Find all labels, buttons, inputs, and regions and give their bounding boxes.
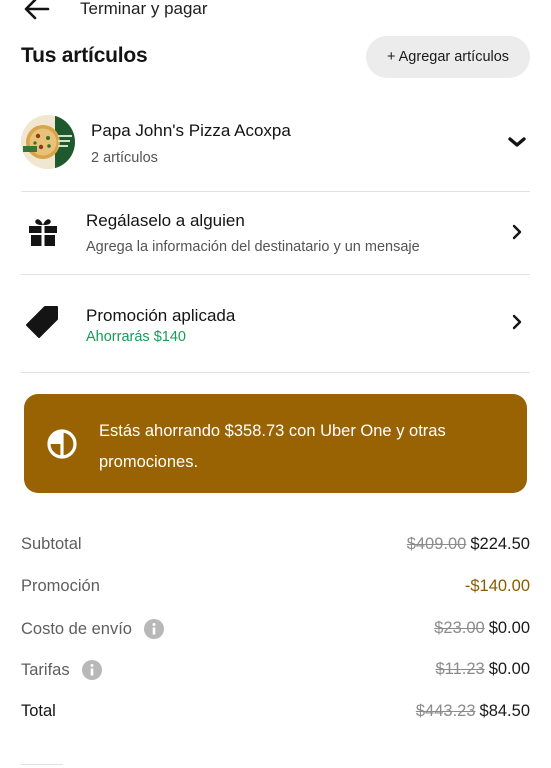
subtotal-value: $224.50 xyxy=(470,535,530,553)
savings-banner-text: Estás ahorrando $358.73 con Uber One y o… xyxy=(99,422,446,471)
delivery-value: $0.00 xyxy=(488,619,530,637)
gift-subtitle: Agrega la información del destinatario y… xyxy=(86,239,420,255)
items-section-title: Tus artículos xyxy=(21,44,148,67)
delivery-original: $23.00 xyxy=(434,619,485,637)
subtotal-label: Subtotal xyxy=(21,535,82,553)
total-original: $443.23 xyxy=(415,702,476,720)
chevron-right-icon xyxy=(512,314,522,330)
add-items-button[interactable]: + Agregar artículos xyxy=(366,36,530,78)
info-icon xyxy=(81,660,102,680)
promotion-row[interactable]: Promoción aplicada Ahorrarás $140 xyxy=(21,300,530,350)
gift-row[interactable]: Regálaselo a alguien Agrega la informaci… xyxy=(21,205,530,265)
bottom-partial-divider xyxy=(21,764,63,765)
promotion-label: Promoción xyxy=(21,577,100,595)
fees-info-button[interactable] xyxy=(81,660,102,680)
pizza-image xyxy=(21,115,75,169)
promotion-value: -$140.00 xyxy=(464,577,530,595)
store-thumbnail xyxy=(21,115,75,169)
chevron-right-icon xyxy=(512,224,522,240)
divider xyxy=(21,274,530,275)
promotion-summary-row: Promoción -$140.00 xyxy=(21,577,530,601)
subtotal-row: Subtotal $409.00 $224.50 xyxy=(21,535,530,559)
divider xyxy=(21,372,530,373)
delivery-label: Costo de envío xyxy=(21,619,132,638)
back-arrow-icon xyxy=(24,0,50,20)
page-title: Terminar y pagar xyxy=(80,0,208,18)
chevron-down-icon xyxy=(508,137,526,147)
info-icon xyxy=(144,619,164,639)
store-row[interactable]: Papa John's Pizza Acoxpa 2 artículos xyxy=(21,115,530,171)
total-row: Total $443.23 $84.50 xyxy=(21,702,530,726)
fees-label: Tarifas xyxy=(21,660,70,679)
promotion-title: Promoción aplicada xyxy=(86,306,236,325)
top-bar: Terminar y pagar xyxy=(0,0,551,26)
divider xyxy=(21,191,530,192)
total-label: Total xyxy=(21,702,56,720)
delivery-info-button[interactable] xyxy=(144,619,164,639)
fees-value: $0.00 xyxy=(488,660,530,678)
fees-row: Tarifas $11.23 $0.00 xyxy=(21,660,530,684)
gift-title: Regálaselo a alguien xyxy=(86,211,245,230)
gift-icon xyxy=(29,219,57,246)
subtotal-original: $409.00 xyxy=(406,535,467,553)
back-button[interactable] xyxy=(22,0,52,24)
fees-original: $11.23 xyxy=(435,660,485,678)
store-item-count: 2 artículos xyxy=(91,150,158,166)
store-name: Papa John's Pizza Acoxpa xyxy=(91,121,291,140)
expand-store-button[interactable] xyxy=(508,133,526,151)
savings-banner: Estás ahorrando $358.73 con Uber One y o… xyxy=(24,394,527,493)
tag-icon xyxy=(26,306,58,338)
promotion-chevron xyxy=(508,313,526,331)
delivery-row: Costo de envío $23.00 $0.00 xyxy=(21,619,530,643)
total-value: $84.50 xyxy=(479,702,530,720)
promotion-savings: Ahorrarás $140 xyxy=(86,329,186,345)
uber-one-icon xyxy=(47,429,77,459)
gift-chevron xyxy=(508,223,526,241)
